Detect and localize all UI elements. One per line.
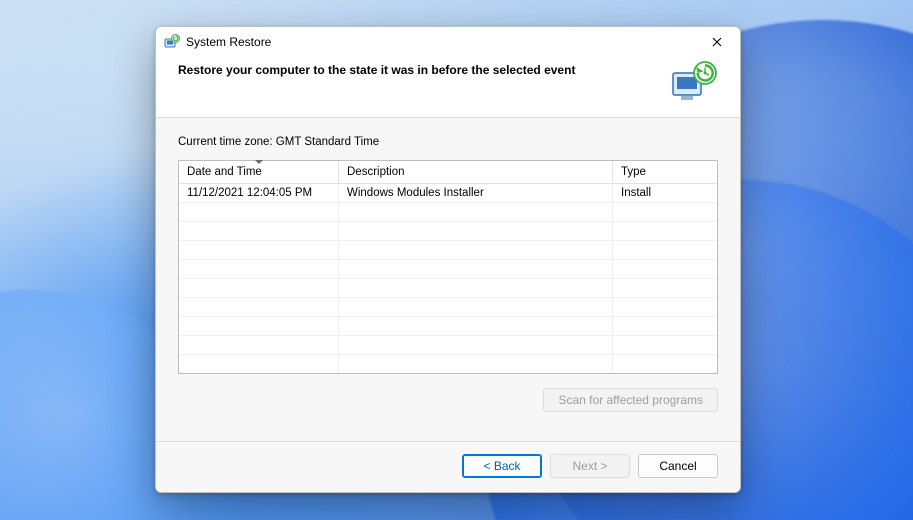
column-header-label: Description <box>347 166 405 178</box>
system-restore-icon <box>164 34 180 50</box>
sort-desc-icon <box>255 160 263 164</box>
table-row[interactable] <box>179 279 717 298</box>
table-row[interactable] <box>179 336 717 355</box>
system-restore-dialog: System Restore Restore your computer to … <box>155 26 741 493</box>
table-row[interactable] <box>179 241 717 260</box>
table-row[interactable] <box>179 203 717 222</box>
wizard-body: Current time zone: GMT Standard Time Dat… <box>156 118 740 441</box>
scan-affected-programs-button: Scan for affected programs <box>543 388 718 412</box>
table-row[interactable] <box>179 298 717 317</box>
desktop-background: System Restore Restore your computer to … <box>0 0 913 520</box>
close-button[interactable] <box>700 29 734 55</box>
table-row[interactable] <box>179 317 717 336</box>
grid-header: Date and Time Description Type <box>179 161 717 184</box>
wizard-footer: < Back Next > Cancel <box>156 441 740 492</box>
column-header-type[interactable]: Type <box>613 161 717 183</box>
column-header-date-time[interactable]: Date and Time <box>179 161 339 183</box>
window-title: System Restore <box>186 35 271 49</box>
titlebar: System Restore <box>156 27 740 57</box>
cell-date-time: 11/12/2021 12:04:05 PM <box>179 184 339 202</box>
timezone-label: Current time zone: GMT Standard Time <box>178 136 718 148</box>
next-button: Next > <box>550 454 630 478</box>
column-header-label: Date and Time <box>187 166 262 178</box>
cell-description: Windows Modules Installer <box>339 184 613 202</box>
restore-hero-icon <box>670 61 718 103</box>
wizard-heading: Restore your computer to the state it wa… <box>178 61 670 77</box>
cell-type: Install <box>613 184 717 202</box>
column-header-description[interactable]: Description <box>339 161 613 183</box>
table-row[interactable] <box>179 222 717 241</box>
restore-points-grid: Date and Time Description Type 11/12/202… <box>178 160 718 374</box>
cancel-button[interactable]: Cancel <box>638 454 718 478</box>
wizard-header: Restore your computer to the state it wa… <box>156 57 740 118</box>
table-row[interactable]: 11/12/2021 12:04:05 PM Windows Modules I… <box>179 184 717 203</box>
back-button[interactable]: < Back <box>462 454 542 478</box>
column-header-label: Type <box>621 166 646 178</box>
table-row[interactable] <box>179 355 717 373</box>
grid-body[interactable]: 11/12/2021 12:04:05 PM Windows Modules I… <box>179 184 717 373</box>
table-row[interactable] <box>179 260 717 279</box>
